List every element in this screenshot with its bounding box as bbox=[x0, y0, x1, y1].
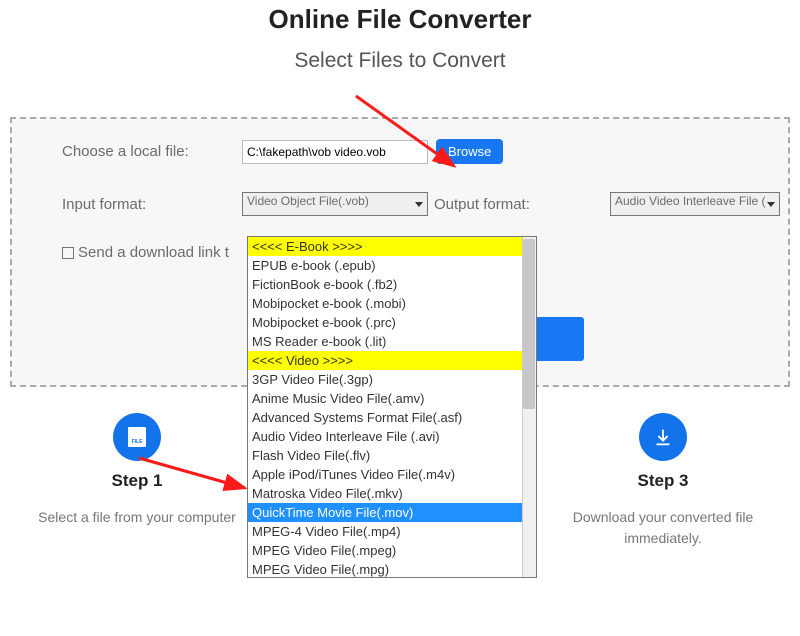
step-3: Step 3 Download your converted file imme… bbox=[532, 413, 794, 559]
step-3-title: Step 3 bbox=[540, 471, 786, 491]
email-checkbox[interactable] bbox=[62, 247, 74, 259]
output-format-label: Output format: bbox=[434, 196, 530, 213]
dropdown-option: <<<< E-Book >>>> bbox=[248, 237, 536, 256]
step-1-desc: Select a file from your computer bbox=[14, 507, 260, 528]
file-label: Choose a local file: bbox=[62, 143, 242, 160]
browse-button[interactable]: Browse bbox=[436, 139, 503, 164]
input-format-dropdown[interactable]: <<<< E-Book >>>>EPUB e-book (.epub)Ficti… bbox=[247, 236, 537, 578]
page-title: Online File Converter bbox=[0, 4, 800, 35]
dropdown-option[interactable]: Advanced Systems Format File(.asf) bbox=[248, 408, 536, 427]
dropdown-option[interactable]: MS Reader e-book (.lit) bbox=[248, 332, 536, 351]
dropdown-option[interactable]: Matroska Video File(.mkv) bbox=[248, 484, 536, 503]
dropdown-scrollbar[interactable] bbox=[522, 237, 536, 577]
dropdown-option[interactable]: Flash Video File(.flv) bbox=[248, 446, 536, 465]
file-path-input[interactable] bbox=[242, 140, 428, 164]
input-format-select[interactable]: Video Object File(.vob) bbox=[242, 192, 428, 216]
dropdown-option[interactable]: EPUB e-book (.epub) bbox=[248, 256, 536, 275]
dropdown-option[interactable]: Anime Music Video File(.amv) bbox=[248, 389, 536, 408]
dropdown-option[interactable]: Mobipocket e-book (.mobi) bbox=[248, 294, 536, 313]
dropdown-option[interactable]: MPEG Video File(.mpeg) bbox=[248, 541, 536, 560]
page-subtitle: Select Files to Convert bbox=[0, 49, 800, 73]
file-icon bbox=[113, 413, 161, 461]
dropdown-option[interactable]: Mobipocket e-book (.prc) bbox=[248, 313, 536, 332]
step-3-desc: Download your converted file immediately… bbox=[540, 507, 786, 549]
input-format-label: Input format: bbox=[62, 196, 242, 213]
download-icon bbox=[639, 413, 687, 461]
output-format-select[interactable]: Audio Video Interleave File ( bbox=[610, 192, 780, 216]
dropdown-option[interactable]: 3GP Video File(.3gp) bbox=[248, 370, 536, 389]
dropdown-option[interactable]: QuickTime Movie File(.mov) bbox=[248, 503, 536, 522]
dropdown-option[interactable]: FictionBook e-book (.fb2) bbox=[248, 275, 536, 294]
dropdown-scroll-thumb[interactable] bbox=[523, 239, 535, 409]
dropdown-option[interactable]: MPEG Video File(.mpg) bbox=[248, 560, 536, 577]
step-1: Step 1 Select a file from your computer bbox=[6, 413, 268, 559]
dropdown-option: <<<< Video >>>> bbox=[248, 351, 536, 370]
step-1-title: Step 1 bbox=[14, 471, 260, 491]
dropdown-option[interactable]: MPEG-4 Video File(.mp4) bbox=[248, 522, 536, 541]
email-label: Send a download link t bbox=[78, 244, 229, 261]
dropdown-option[interactable]: Apple iPod/iTunes Video File(.m4v) bbox=[248, 465, 536, 484]
dropdown-option[interactable]: Audio Video Interleave File (.avi) bbox=[248, 427, 536, 446]
